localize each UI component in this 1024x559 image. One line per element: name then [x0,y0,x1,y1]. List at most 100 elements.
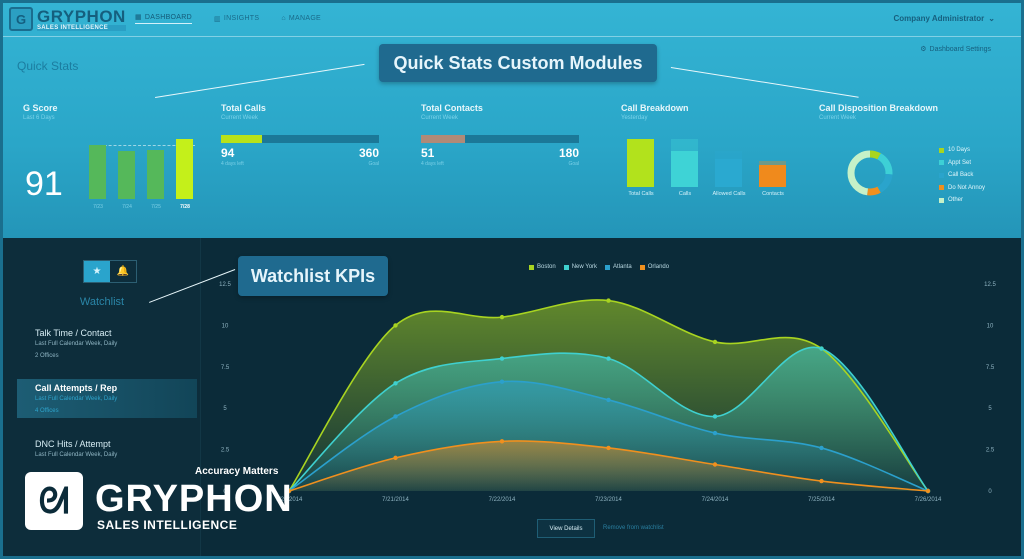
data-point[interactable] [393,323,398,328]
nav-manage-label: MANAGE [288,15,322,22]
nav-insights-label: INSIGHTS [223,15,260,22]
dashboard-settings-label: Dashboard Settings [929,45,991,53]
watchlist-item-name: Talk Time / Contact [35,328,112,338]
brand-sub: SALES INTELLIGENCE [97,518,238,532]
data-point[interactable] [499,439,505,444]
call-disposition-legend: 10 Days Appt Set Call Back Do Not Annoy Othe… [939,144,985,207]
nav-dashboard[interactable]: ▦ DASHBOARD [135,13,192,24]
watchlist-item-desc: Last Full Calendar Week, Daily [35,396,118,402]
data-point[interactable] [606,397,611,403]
app-logo[interactable]: G GRYPHON SALES INTELLIGENCE [9,7,126,31]
gscore-bar [118,151,135,199]
y-tick-label-left: 7.5 [221,365,230,371]
legend-swatch [939,160,944,166]
y-tick-label-right: 12.5 [984,282,996,288]
watchlist-item-selected[interactable]: Call Attempts / Rep Last Full Calendar W… [17,379,197,418]
legend-swatch [563,264,569,270]
data-point[interactable] [819,445,824,451]
gscore-module[interactable]: G Score Last 6 Days 91 7/23 7/24 7/25 7/28 [23,103,203,213]
chevron-down-icon: ⌄ [988,14,995,23]
y-tick-label-left: 12.5 [219,282,231,288]
data-point[interactable] [712,430,718,436]
legend-label: 10 Days [948,147,971,154]
y-tick-label-right: 10 [987,323,994,329]
dashboard-app: G GRYPHON SALES INTELLIGENCE ▦ DASHBOARD… [0,0,1024,559]
logo-name: GRYPHON [37,6,126,26]
gscore-bar [147,150,164,199]
dashboard-settings-link[interactable]: ⚙ Dashboard Settings [920,45,991,54]
watchlist-item-count: 2 Offices [35,352,59,359]
call-breakdown-bar [759,165,786,187]
chart-legend-item[interactable]: Boston [529,264,556,270]
nav-dashboard-label: DASHBOARD [144,13,192,21]
legend-label: Call Back [948,172,974,179]
data-point[interactable] [606,445,611,451]
logo-sub: SALES INTELLIGENCE [37,24,126,31]
main-nav: ▦ DASHBOARD ▥ INSIGHTS ⌂ MANAGE [135,13,321,24]
legend-swatch [939,172,944,178]
nav-manage[interactable]: ⌂ MANAGE [281,13,321,24]
quick-stats-title: Quick Stats [17,59,79,73]
view-details-button[interactable]: View Details [537,519,595,538]
total-contacts-progress-fill [421,135,466,143]
navbar: G GRYPHON SALES INTELLIGENCE ▦ DASHBOARD… [3,3,1021,37]
call-disposition-title: Call Disposition Breakdown [819,103,939,113]
data-point[interactable] [499,314,505,320]
y-tick-label-right: 2.5 [986,448,995,454]
x-tick-label: 7/26/2014 [915,497,942,503]
watchlist-item[interactable]: DNC Hits / Attempt Last Full Calendar We… [17,435,197,464]
data-point[interactable] [712,462,718,467]
data-point[interactable] [606,298,611,303]
total-contacts-goal-caption: Goal [568,161,579,167]
total-calls-progress-fill [221,135,263,143]
total-contacts-days-left: 4 days left [421,161,444,167]
call-disposition-donut [847,150,893,196]
total-contacts-module[interactable]: Total Contacts Current Week 51 180 4 day… [421,103,579,167]
total-calls-title: Total Calls [221,103,266,113]
data-point[interactable] [499,356,505,361]
call-breakdown-bar-label: Allowed Calls [712,191,746,197]
watchlist-toggle: ★ 🔔 [83,260,137,283]
call-disposition-subtitle: Current Week [819,115,856,121]
user-menu[interactable]: Company Administrator ⌄ [893,14,995,23]
data-point[interactable] [393,414,398,419]
watchlist-item-desc: Last Full Calendar Week, Daily [35,452,118,458]
data-point[interactable] [712,339,718,345]
chart-legend-item[interactable]: New York [563,264,597,270]
quick-stats-callout: Quick Stats Custom Modules [379,44,657,82]
total-calls-module[interactable]: Total Calls Current Week 94 360 4 days l… [221,103,379,167]
data-point[interactable] [393,381,398,386]
grid-icon: ▦ [135,14,142,21]
legend-label: Boston [537,264,556,270]
data-point[interactable] [712,414,718,419]
user-name: Company Administrator [893,14,985,23]
legend-label: Other [948,197,964,204]
data-point[interactable] [606,356,611,361]
remove-from-watchlist-link[interactable]: Remove from watchlist [603,525,664,531]
x-tick-label: 7/22/2014 [489,497,516,503]
call-breakdown-module[interactable]: Call Breakdown Yesterday Total Calls Call… [621,103,801,213]
star-icon[interactable]: ★ [84,261,110,282]
data-point[interactable] [819,346,824,351]
gscore-bar [89,144,106,199]
callout-leader-line [155,63,365,98]
call-disposition-module[interactable]: Call Disposition Breakdown Current Week … [819,103,1019,213]
bell-icon[interactable]: 🔔 [110,261,136,282]
total-calls-days-left: 4 days left [221,161,244,167]
watchlist-item[interactable]: Talk Time / Contact Last Full Calendar W… [17,324,197,363]
call-breakdown-bar-chart: Total Calls Calls Allowed Calls Contacts [627,139,797,197]
data-point[interactable] [925,488,931,494]
chart-legend-item[interactable]: Atlanta [605,264,632,270]
nav-insights[interactable]: ▥ INSIGHTS [214,13,259,24]
data-point[interactable] [819,478,824,484]
legend-label: Appt Set [948,159,972,166]
bar-chart-icon: ▥ [213,15,221,23]
chart-legend-item[interactable]: Orlando [639,264,669,270]
data-point[interactable] [499,379,505,384]
data-point[interactable] [393,455,398,461]
watchlist-item-desc: Last Full Calendar Week, Daily [35,341,118,347]
total-calls-progress-bar [221,135,379,143]
total-calls-subtitle: Current Week [221,115,258,121]
total-calls-goal-caption: Goal [368,161,379,167]
y-tick-label-right: 5 [988,406,992,412]
